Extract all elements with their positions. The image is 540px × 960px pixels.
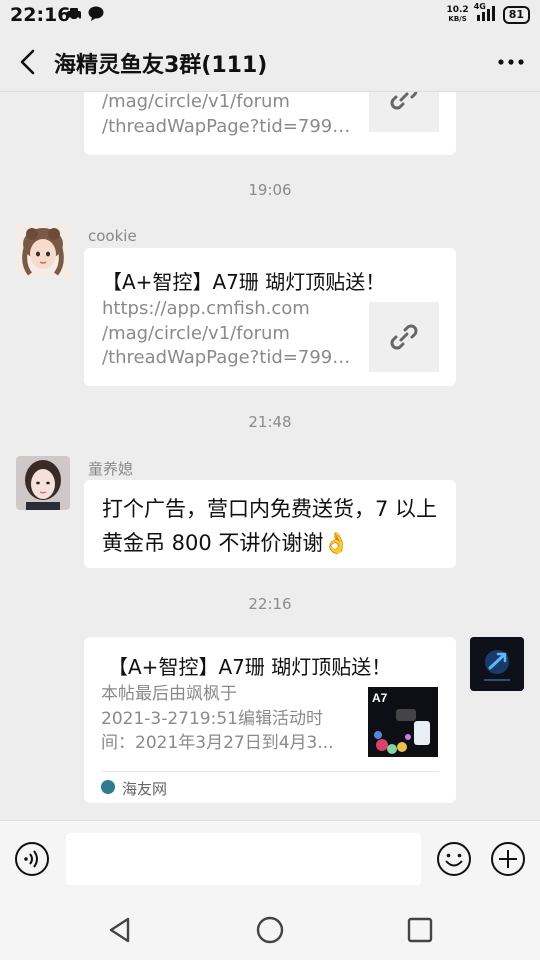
time-stamp: 21:48 <box>248 413 292 431</box>
link-card-bubble[interactable]: 【A+智控】A7珊 瑚灯顶贴送！ 本帖最后由飒枫于 2021-3-2719:51… <box>84 637 456 803</box>
avatar[interactable] <box>470 637 524 691</box>
more-functions-button[interactable] <box>490 841 526 877</box>
circle-home-icon <box>256 916 284 944</box>
link-message-bubble[interactable]: 【A+智控】A7珊 瑚灯顶贴送！ https://app.cmfish.com … <box>84 248 456 386</box>
card-description: 本帖最后由飒枫于 2021-3-2719:51编辑活动时 间：2021年3月27… <box>101 684 334 753</box>
emoji-button[interactable] <box>436 841 472 877</box>
triangle-back-icon <box>109 917 130 943</box>
time-stamp: 22:16 <box>248 595 292 613</box>
plus-circle-icon <box>491 842 525 876</box>
status-time: 22:16 <box>10 4 71 26</box>
battery-indicator: 81 <box>502 6 530 24</box>
status-bar: 22:16 10.2 KB/S 4G 81 <box>0 0 540 32</box>
link-icon <box>390 92 418 110</box>
message-text: 打个广告，营口内免费送货，7 以上黄金吊 800 不讲价谢谢👌 <box>102 497 438 555</box>
link-title: 【A+智控】A7珊 瑚灯顶贴送！ <box>102 270 386 294</box>
chat-header: 海精灵鱼友3群(111) <box>0 32 540 92</box>
avatar[interactable] <box>16 456 70 510</box>
source-icon <box>101 780 115 794</box>
system-nav-bar <box>0 900 540 960</box>
more-options-button[interactable] <box>494 46 528 78</box>
time-stamp: 19:06 <box>248 181 292 199</box>
more-dots-icon <box>498 59 524 65</box>
voice-input-button[interactable] <box>14 841 50 877</box>
nav-back-button[interactable] <box>103 913 137 947</box>
voice-icon <box>15 842 49 876</box>
nav-recents-button[interactable] <box>403 913 437 947</box>
nav-home-button[interactable] <box>253 913 287 947</box>
link-thumbnail <box>369 302 439 372</box>
car-icon <box>66 6 82 25</box>
chevron-left-icon <box>20 49 35 75</box>
card-title: 【A+智控】A7珊 瑚灯顶贴送！ <box>108 655 392 679</box>
input-bar <box>0 820 540 900</box>
link-url: /mag/circle/v1/forum /threadWapPage?tid=… <box>102 92 357 137</box>
sender-name: 童养媳 <box>88 460 134 478</box>
signal-icon: 4G <box>474 2 497 25</box>
message-input[interactable] <box>66 833 421 885</box>
link-thumbnail <box>369 92 439 132</box>
back-button[interactable] <box>14 46 44 78</box>
sender-name: cookie <box>88 227 137 245</box>
link-icon <box>390 324 418 350</box>
link-url: https://app.cmfish.com /mag/circle/v1/fo… <box>102 298 357 368</box>
network-speed: 10.2 KB/S <box>446 5 469 24</box>
avatar[interactable] <box>16 224 70 278</box>
smiley-icon <box>437 842 471 876</box>
square-recents-icon <box>407 917 433 943</box>
card-thumbnail: A7 <box>368 687 438 757</box>
svg-text:A7: A7 <box>372 691 388 705</box>
link-message-bubble[interactable]: /mag/circle/v1/forum /threadWapPage?tid=… <box>84 92 456 155</box>
chat-title: 海精灵鱼友3群(111) <box>54 53 268 78</box>
message-list[interactable]: /mag/circle/v1/forum /threadWapPage?tid=… <box>0 92 540 820</box>
message-bubble-icon <box>88 6 104 25</box>
text-message-bubble[interactable]: 打个广告，营口内免费送货，7 以上黄金吊 800 不讲价谢谢👌 <box>84 480 456 568</box>
card-divider <box>101 771 439 772</box>
card-source: 海友网 <box>122 780 168 798</box>
